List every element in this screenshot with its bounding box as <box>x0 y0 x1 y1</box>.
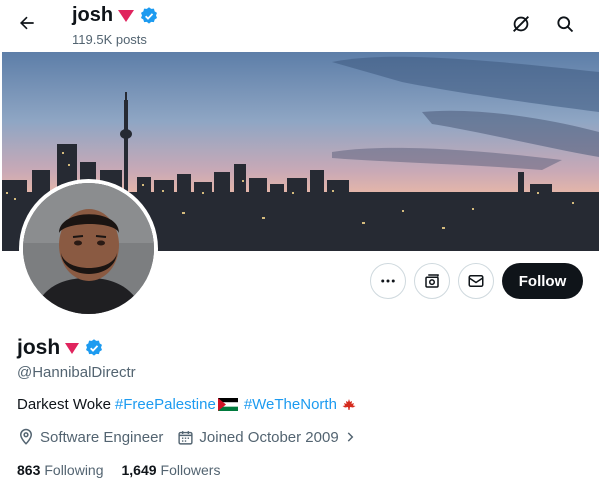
profile-name: josh <box>17 336 61 359</box>
location-text: Software Engineer <box>40 428 164 446</box>
grok-button[interactable] <box>507 10 535 38</box>
hashtag-link-freepalestine[interactable]: #FreePalestine <box>115 396 216 413</box>
more-icon <box>381 279 395 283</box>
more-button[interactable] <box>370 263 406 299</box>
following-link[interactable]: 863 Following <box>17 462 104 478</box>
location-icon <box>19 428 33 445</box>
following-count: 863 <box>17 462 41 478</box>
subscribe-button[interactable] <box>414 263 450 299</box>
calendar-icon <box>178 430 193 445</box>
profile-handle: @HannibalDirectr <box>17 364 136 381</box>
chevron-right-icon <box>347 432 354 442</box>
arrow-left-icon <box>20 16 34 30</box>
bio-text: Darkest Woke <box>17 396 111 413</box>
following-label: Following <box>44 462 104 478</box>
followers-count: 1,649 <box>121 462 157 478</box>
followers-link[interactable]: 1,649 Followers <box>122 462 221 478</box>
back-button[interactable] <box>12 8 42 38</box>
search-icon <box>557 16 574 33</box>
message-button[interactable] <box>458 263 494 299</box>
profile-bio: Darkest Woke #FreePalestine #WeTheNorth <box>17 396 357 413</box>
message-icon <box>468 275 484 287</box>
follow-stats: 863 Following 1,649 Followers <box>17 462 220 478</box>
top-bar: josh 119.5K posts <box>0 0 601 52</box>
header-name-row: josh <box>72 4 159 27</box>
search-button[interactable] <box>551 10 579 38</box>
subscribe-icon <box>425 274 439 288</box>
grok-icon <box>513 16 529 32</box>
joined-text: Joined October 2009 <box>199 428 339 446</box>
hashtag-link-wethenorth[interactable]: #WeTheNorth <box>244 396 337 413</box>
header-post-count: 119.5K posts <box>72 32 147 47</box>
followers-label: Followers <box>160 462 221 478</box>
palestine-flag-icon <box>217 398 238 411</box>
joined-item[interactable]: Joined October 2009 <box>177 429 356 446</box>
verified-badge-icon[interactable] <box>84 338 104 358</box>
triangle-emoji-icon <box>65 342 80 354</box>
triangle-emoji-icon <box>118 9 135 22</box>
follow-button[interactable]: Follow <box>502 263 583 299</box>
profile-name-row: josh <box>17 336 104 360</box>
avatar-image <box>23 183 154 314</box>
profile-meta: Software Engineer Joined October 2009 <box>17 428 357 446</box>
location-item: Software Engineer <box>17 428 163 446</box>
avatar[interactable] <box>19 179 158 318</box>
header-name: josh <box>72 4 114 26</box>
maple-leaf-icon <box>342 398 356 410</box>
verified-badge-icon <box>139 6 159 26</box>
